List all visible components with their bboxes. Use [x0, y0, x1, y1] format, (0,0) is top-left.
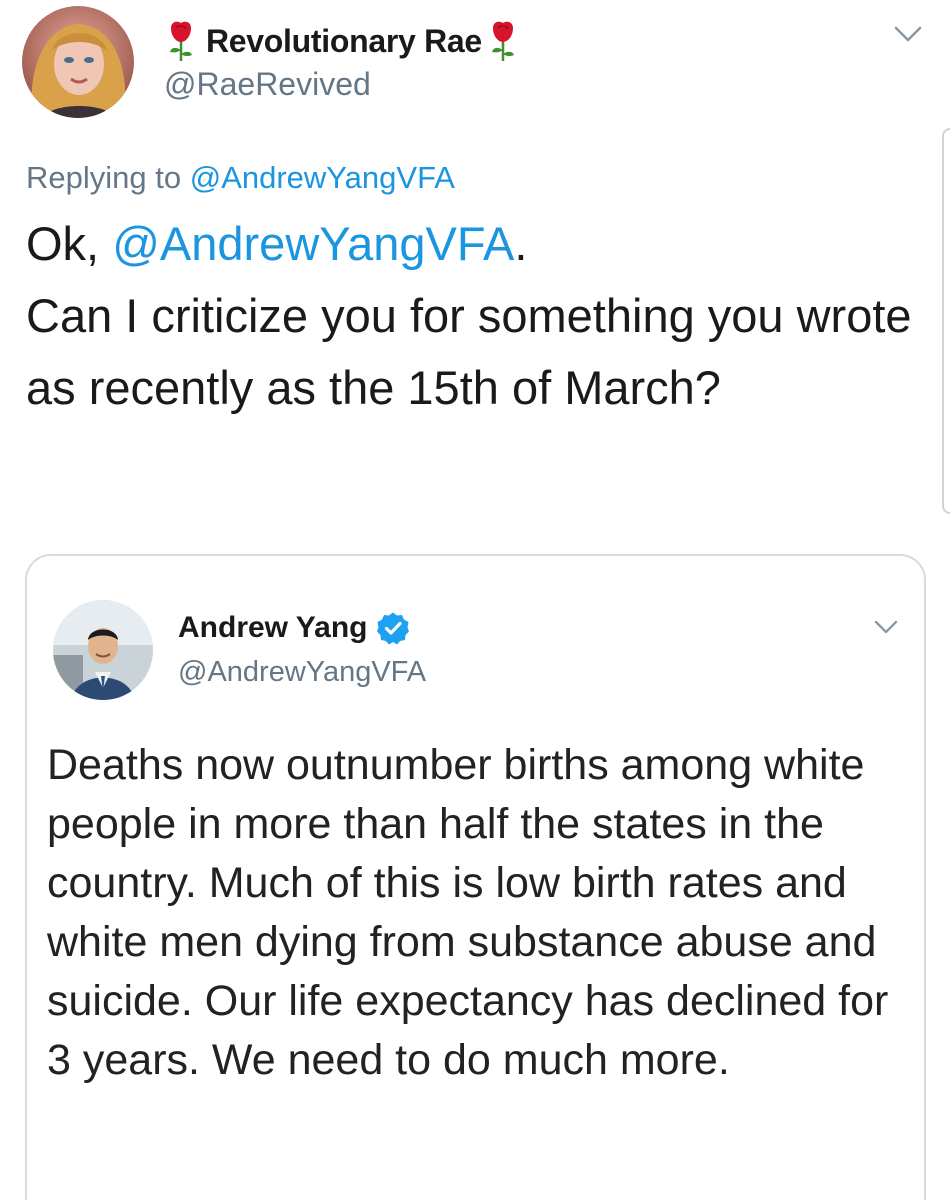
replying-to-link[interactable]: @AndrewYangVFA [190, 160, 455, 195]
rose-icon [491, 21, 514, 61]
quoted-author-avatar[interactable] [53, 600, 153, 700]
tweet-text-line-1: Ok, @AndrewYangVFA. [26, 208, 941, 280]
tweet-screenshot: Revolutionary Rae @RaeRevived Replying t… [0, 0, 950, 1200]
author-name[interactable]: Revolutionary Rae [166, 18, 518, 64]
author-avatar[interactable] [22, 6, 134, 118]
tweet-text-suffix: . [514, 217, 528, 270]
tweet-text: Ok, @AndrewYangVFA. Can I criticize you … [26, 208, 941, 424]
scrollbar[interactable] [942, 128, 950, 514]
tweet-text-body: Can I criticize you for something you wr… [26, 289, 912, 414]
verified-badge-icon [376, 612, 409, 645]
quoted-tweet-text: Deaths now outnumber births among white … [47, 741, 889, 1084]
rose-icon [170, 21, 192, 61]
author-name-text: Revolutionary Rae [206, 22, 482, 59]
replying-to-line: Replying to @AndrewYangVFA [26, 160, 455, 196]
quoted-author-name-text: Andrew Yang [178, 611, 368, 644]
author-handle[interactable]: @RaeRevived [164, 66, 371, 103]
replying-to-label: Replying to [26, 160, 182, 195]
quoted-tweet-card[interactable]: Andrew Yang @AndrewYangVFA Deaths now ou… [25, 554, 926, 1200]
quoted-author-name[interactable]: Andrew Yang [178, 608, 410, 648]
quoted-author-handle[interactable]: @AndrewYangVFA [178, 656, 426, 689]
mention-link[interactable]: @AndrewYangVFA [112, 217, 514, 270]
tweet-text-prefix: Ok, [26, 217, 100, 270]
chevron-down-icon[interactable] [893, 24, 923, 44]
chevron-down-icon[interactable] [873, 618, 899, 636]
